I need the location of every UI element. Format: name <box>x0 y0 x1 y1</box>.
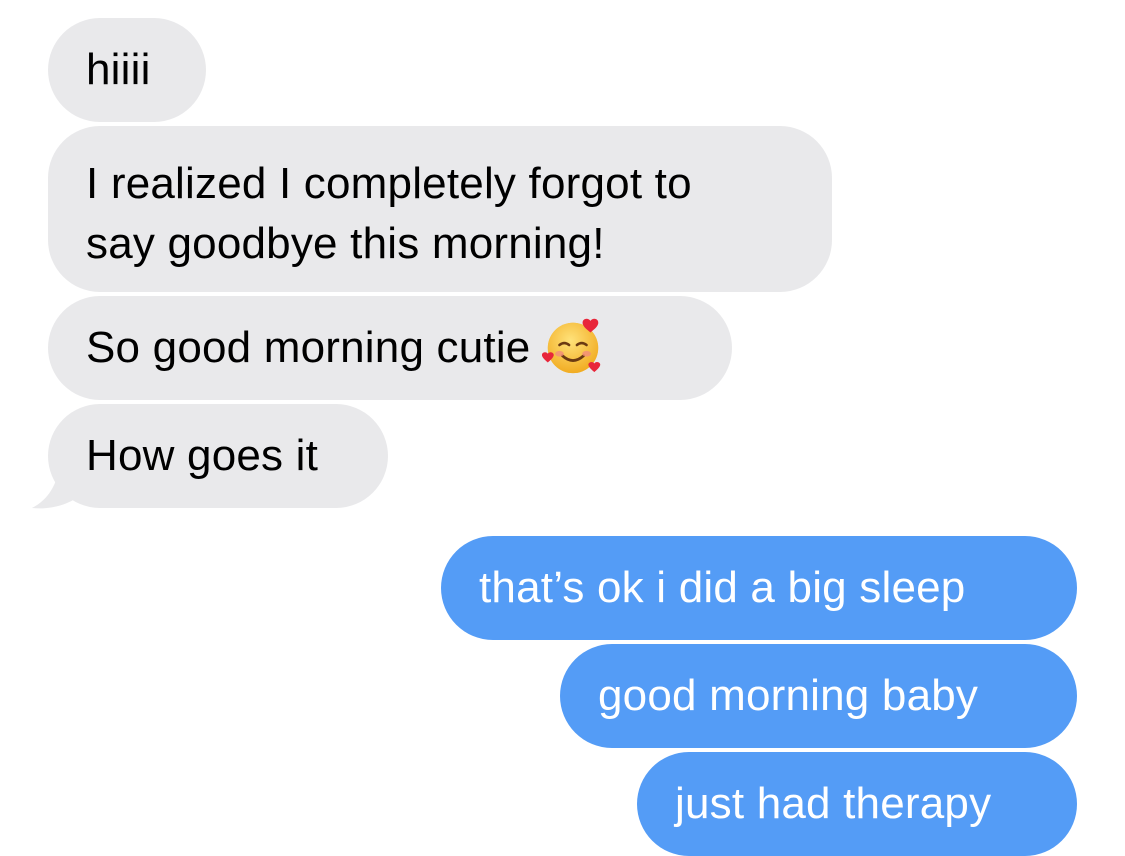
outgoing-message-bubble[interactable]: just had therapy <box>637 752 1077 856</box>
incoming-message-bubble[interactable]: I realized I completely forgot to say go… <box>48 126 832 292</box>
message-text: hiiii <box>86 45 151 94</box>
message-text: that’s ok i did a big sleep <box>479 563 966 612</box>
message-text-line: I realized I completely forgot to <box>86 159 692 208</box>
outgoing-message-bubble[interactable]: good morning baby <box>560 644 1077 748</box>
message-text: good morning baby <box>598 671 979 720</box>
incoming-message-bubble[interactable]: How goes it <box>48 404 388 508</box>
message-text: How goes it <box>86 431 319 480</box>
message-text: So good morning cutie <box>86 323 531 372</box>
message-thread: hiiii I realized I completely forgot to … <box>0 0 1125 856</box>
incoming-message-bubble[interactable]: hiiii <box>48 18 206 122</box>
incoming-message-bubble[interactable]: So good morning cutie <box>48 296 732 400</box>
smiling-face-with-hearts-emoji <box>542 319 601 374</box>
message-text: just had therapy <box>675 779 992 828</box>
outgoing-message-bubble[interactable]: that’s ok i did a big sleep <box>441 536 1077 640</box>
bubble-tail-icon <box>32 462 82 509</box>
message-text-line: say goodbye this morning! <box>86 219 605 268</box>
